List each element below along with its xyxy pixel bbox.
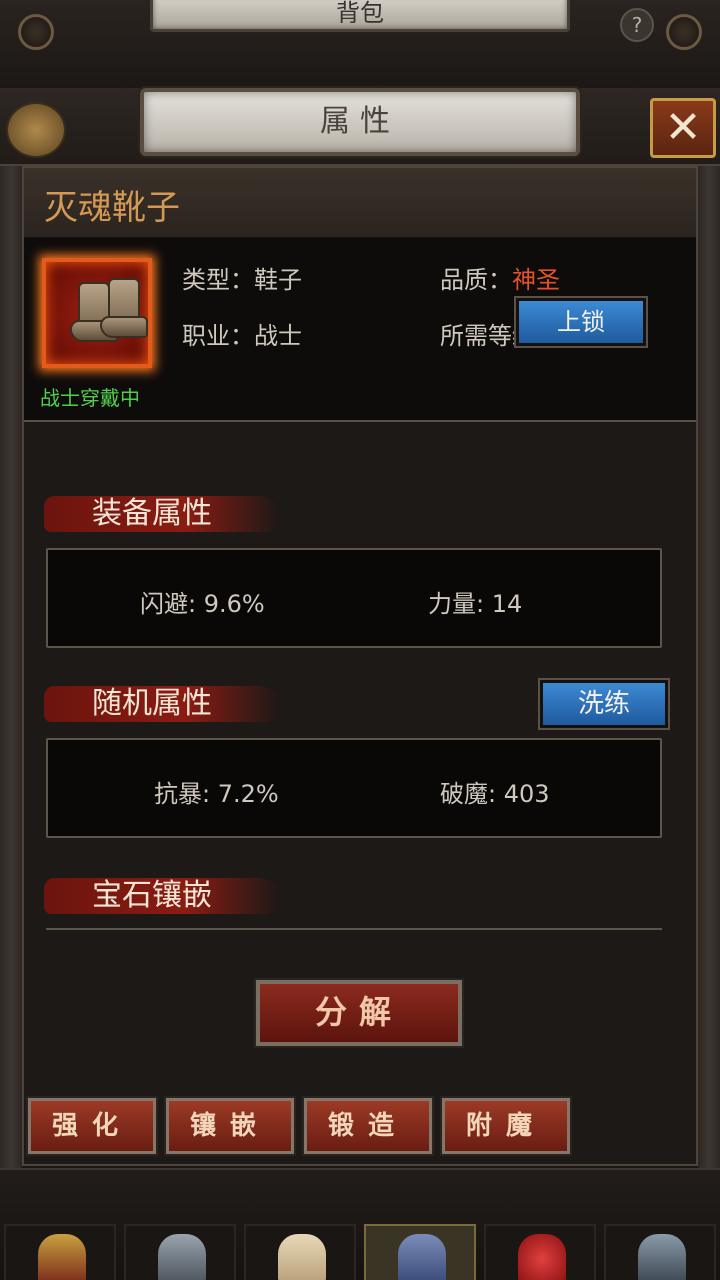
boot-right-shape	[100, 278, 148, 338]
panel-header: 属性 ✕	[0, 88, 720, 166]
tab-forge[interactable]: 锻造	[302, 1096, 434, 1156]
panel-rail-right	[698, 166, 720, 1236]
decompose-button[interactable]: 分解	[254, 978, 464, 1048]
random-attributes-box: 抗暴: 7.2% 破魔: 403	[46, 738, 662, 838]
top-title: 背包	[336, 0, 384, 27]
tab-inlay[interactable]: 镶嵌	[164, 1096, 296, 1156]
gem-socket-divider	[46, 928, 662, 930]
action-tabs: 强化 镶嵌 锻造 附魔	[26, 1096, 588, 1156]
nav-character[interactable]	[364, 1224, 476, 1280]
stat-strength: 力量: 14	[428, 590, 523, 618]
item-name: 灭魂靴子	[44, 188, 180, 228]
stat-dodge: 闪避: 9.6%	[140, 590, 265, 618]
crossed-swords-icon	[158, 1234, 206, 1280]
ornament-ring-icon	[18, 14, 54, 50]
class-label: 职业：	[182, 322, 254, 350]
stat-crit-resist: 抗暴: 7.2%	[154, 780, 279, 808]
attribute-panel: 属性 ✕ 灭魂靴子 战士穿戴中 类型：鞋子 品质：神圣 职业：战士 所需等级：4…	[0, 88, 720, 1236]
item-name-bar: 灭魂靴子	[24, 168, 696, 238]
class-value: 战士	[254, 322, 302, 350]
temple-icon	[38, 1234, 86, 1280]
nav-temple[interactable]	[4, 1224, 116, 1280]
panel-rail-left	[0, 166, 22, 1236]
quality-label: 品质：	[440, 266, 512, 294]
lock-button[interactable]: 上锁	[514, 296, 648, 348]
wearing-status: 战士穿戴中	[40, 386, 140, 410]
weapons-rack-icon	[638, 1234, 686, 1280]
close-button[interactable]: ✕	[650, 98, 716, 158]
close-icon: ✕	[664, 102, 702, 153]
stat-magic-pierce: 破魔: 403	[440, 780, 550, 808]
panel-title-plate: 属性	[140, 88, 580, 156]
nav-social[interactable]	[484, 1224, 596, 1280]
type-label: 类型：	[182, 266, 254, 294]
nav-battle[interactable]	[124, 1224, 236, 1280]
nav-hero[interactable]	[244, 1224, 356, 1280]
gem-socket-title: 宝石镶嵌	[92, 878, 212, 913]
gem-socket-header: 宝石镶嵌	[44, 874, 280, 918]
top-bar: 背包 ?	[0, 0, 720, 96]
heart-icon	[518, 1234, 566, 1280]
hero-portrait-icon	[278, 1234, 326, 1280]
reroll-button[interactable]: 洗练	[538, 678, 670, 730]
quality-field: 品质：神圣	[440, 260, 560, 295]
character-icon	[398, 1234, 446, 1280]
tab-enhance[interactable]: 强化	[26, 1096, 158, 1156]
class-field: 职业：战士	[182, 316, 302, 351]
panel-title: 属性	[320, 104, 400, 139]
ornament-ring-icon	[666, 14, 702, 50]
lion-ornament-icon	[6, 102, 66, 158]
type-value: 鞋子	[254, 266, 302, 294]
nav-armory[interactable]	[604, 1224, 716, 1280]
type-field: 类型：鞋子	[182, 260, 302, 295]
random-attributes-title: 随机属性	[92, 686, 212, 721]
tab-enchant[interactable]: 附魔	[440, 1096, 572, 1156]
top-title-plate: 背包	[150, 0, 570, 32]
equip-attributes-box: 闪避: 9.6% 力量: 14	[46, 548, 662, 648]
random-attributes-header: 随机属性	[44, 682, 280, 726]
equip-attributes-title: 装备属性	[92, 496, 212, 531]
help-icon[interactable]: ?	[620, 8, 654, 42]
divider	[24, 420, 696, 422]
quality-value: 神圣	[512, 266, 560, 294]
boots-icon[interactable]	[42, 258, 152, 368]
bottom-nav	[0, 1168, 720, 1280]
equip-attributes-header: 装备属性	[44, 492, 280, 536]
